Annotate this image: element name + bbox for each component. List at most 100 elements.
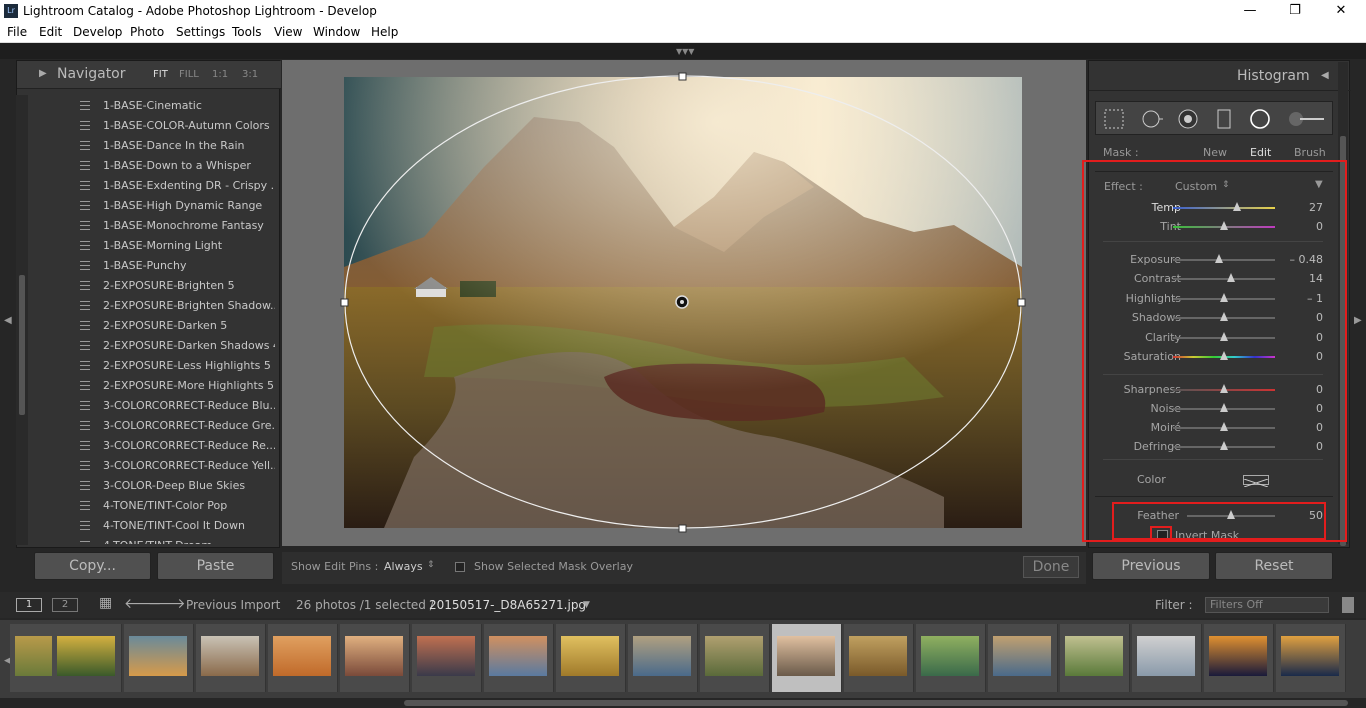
left-scrollbar[interactable] xyxy=(16,95,28,545)
filmstrip-thumbnail[interactable] xyxy=(52,624,122,692)
crop-overlay-icon[interactable] xyxy=(1102,107,1126,131)
right-panel-toggle-icon[interactable]: ▶ xyxy=(1354,315,1362,326)
preset-item[interactable]: 2-EXPOSURE-Brighten 5 xyxy=(35,276,275,296)
preset-item[interactable]: 3-COLOR-Deep Blue Skies xyxy=(35,476,275,496)
top-panel-grip[interactable]: ▼▼▼ xyxy=(0,43,1366,59)
paste-button[interactable]: Paste xyxy=(157,552,274,580)
preset-item[interactable]: 2-EXPOSURE-Darken Shadows 4 xyxy=(35,336,275,356)
filmstrip-thumbnail[interactable] xyxy=(1132,624,1202,692)
mask-brush[interactable]: Brush xyxy=(1294,146,1326,159)
zoom-1-1[interactable]: 1:1 xyxy=(212,69,228,80)
left-scroll-thumb[interactable] xyxy=(19,275,25,415)
menu-edit[interactable]: Edit xyxy=(39,25,62,39)
preset-item[interactable]: 1-BASE-Cinematic xyxy=(35,96,275,116)
copy-button[interactable]: Copy... xyxy=(34,552,151,580)
navigator-header[interactable]: ▶ Navigator FIT FILL 1:1 3:1 xyxy=(17,61,281,89)
preset-item[interactable]: 1-BASE-Monochrome Fantasy xyxy=(35,216,275,236)
previous-button[interactable]: Previous xyxy=(1092,552,1210,580)
zoom-3-1[interactable]: 3:1 xyxy=(242,69,258,80)
menu-settings[interactable]: Settings xyxy=(176,25,225,39)
done-button[interactable]: Done xyxy=(1023,556,1079,578)
menu-window[interactable]: Window xyxy=(313,25,360,39)
thumbnail-image xyxy=(1209,636,1267,676)
filmstrip-thumbnail[interactable] xyxy=(772,624,842,692)
menu-photo[interactable]: Photo xyxy=(130,25,164,39)
radial-filter-icon[interactable] xyxy=(1248,107,1272,131)
lightroom-app-icon: Lr xyxy=(4,4,18,18)
preset-item[interactable]: 3-COLORCORRECT-Reduce Re... xyxy=(35,436,275,456)
preset-item[interactable]: 1-BASE-Dance In the Rain xyxy=(35,136,275,156)
dropdown-arrow-icon[interactable]: ▼ xyxy=(583,600,590,610)
preset-item[interactable]: 1-BASE-COLOR-Autumn Colors xyxy=(35,116,275,136)
zoom-fill[interactable]: FILL xyxy=(179,69,199,80)
spot-removal-icon[interactable] xyxy=(1140,107,1164,131)
red-eye-icon[interactable] xyxy=(1176,107,1200,131)
grid-view-icon[interactable]: ▦ xyxy=(99,595,112,611)
preset-item[interactable]: 1-BASE-Morning Light xyxy=(35,236,275,256)
filter-select[interactable]: Filters Off xyxy=(1205,597,1329,613)
preset-item[interactable]: 2-EXPOSURE-Darken 5 xyxy=(35,316,275,336)
preset-label: 2-EXPOSURE-Darken Shadows 4 xyxy=(103,339,275,352)
radial-filter-overlay[interactable] xyxy=(340,72,1028,534)
preset-item[interactable]: 2-EXPOSURE-Brighten Shadow... xyxy=(35,296,275,316)
preset-item[interactable]: 1-BASE-Punchy xyxy=(35,256,275,276)
reset-button[interactable]: Reset xyxy=(1215,552,1333,580)
filter-lock-icon[interactable] xyxy=(1342,597,1354,613)
adjustment-brush-icon[interactable] xyxy=(1286,107,1326,131)
histogram-header[interactable]: Histogram ◀ xyxy=(1089,61,1351,91)
forward-arrow-icon[interactable]: 🡒 xyxy=(148,595,186,612)
updown-arrows-icon[interactable]: ⇕ xyxy=(427,560,435,570)
filmstrip-thumbnail[interactable] xyxy=(340,624,410,692)
preset-item[interactable]: 4-TONE/TINT-Cool It Down xyxy=(35,516,275,536)
preset-item[interactable]: 1-BASE-High Dynamic Range xyxy=(35,196,275,216)
filmstrip-scroll-thumb[interactable] xyxy=(404,700,1348,706)
preset-item[interactable]: 3-COLORCORRECT-Reduce Yell... xyxy=(35,456,275,476)
zoom-fit[interactable]: FIT xyxy=(153,69,168,80)
collapse-triangle-icon[interactable]: ◀ xyxy=(1321,70,1329,81)
filmstrip-thumbnail[interactable] xyxy=(988,624,1058,692)
source-label[interactable]: Previous Import xyxy=(186,598,280,612)
preset-label: 4-TONE/TINT-Dream... xyxy=(103,539,223,544)
filmstrip-thumbnail[interactable] xyxy=(412,624,482,692)
filename[interactable]: 20150517-_D8A65271.jpg xyxy=(429,598,586,612)
menu-file[interactable]: File xyxy=(7,25,27,39)
preset-item[interactable]: 1-BASE-Exdenting DR - Crispy ... xyxy=(35,176,275,196)
minimize-button[interactable]: — xyxy=(1238,2,1262,20)
filmstrip-thumbnail[interactable] xyxy=(196,624,266,692)
graduated-filter-icon[interactable] xyxy=(1212,107,1236,131)
left-panel-toggle-icon[interactable]: ◀ xyxy=(4,315,12,326)
filmstrip-thumbnail[interactable] xyxy=(268,624,338,692)
preset-item[interactable]: 3-COLORCORRECT-Reduce Blu... xyxy=(35,396,275,416)
filmstrip-thumbnail[interactable] xyxy=(556,624,626,692)
filmstrip-scrollbar[interactable] xyxy=(0,698,1366,708)
show-edit-pins-select[interactable]: Always xyxy=(384,560,423,573)
menu-view[interactable]: View xyxy=(274,25,302,39)
filmstrip-thumbnail[interactable] xyxy=(1204,624,1274,692)
preset-label: 1-BASE-Dance In the Rain xyxy=(103,139,245,152)
filmstrip-thumbnail[interactable] xyxy=(484,624,554,692)
filmstrip-thumbnail[interactable] xyxy=(844,624,914,692)
mask-edit[interactable]: Edit xyxy=(1250,146,1271,159)
preset-item[interactable]: 4-TONE/TINT-Color Pop xyxy=(35,496,275,516)
show-overlay-checkbox[interactable] xyxy=(455,562,465,572)
preset-item[interactable]: 1-BASE-Down to a Whisper xyxy=(35,156,275,176)
filmstrip-thumbnail[interactable] xyxy=(916,624,986,692)
preset-item[interactable]: 4-TONE/TINT-Dream... xyxy=(35,536,275,544)
preset-item[interactable]: 2-EXPOSURE-More Highlights 5 xyxy=(35,376,275,396)
preset-item[interactable]: 3-COLORCORRECT-Reduce Gre... xyxy=(35,416,275,436)
mask-new[interactable]: New xyxy=(1203,146,1227,159)
filmstrip-thumbnail[interactable] xyxy=(628,624,698,692)
menu-develop[interactable]: Develop xyxy=(73,25,122,39)
collapse-triangle-icon[interactable]: ▶ xyxy=(39,68,47,79)
menu-tools[interactable]: Tools xyxy=(232,25,262,39)
filmstrip-thumbnail[interactable] xyxy=(1276,624,1346,692)
close-button[interactable]: ✕ xyxy=(1329,2,1353,20)
view-1-button[interactable]: 1 xyxy=(16,598,42,612)
restore-button[interactable]: ❐ xyxy=(1283,2,1307,20)
filmstrip-thumbnail[interactable] xyxy=(124,624,194,692)
view-2-button[interactable]: 2 xyxy=(52,598,78,612)
filmstrip-thumbnail[interactable] xyxy=(1060,624,1130,692)
preset-item[interactable]: 2-EXPOSURE-Less Highlights 5 xyxy=(35,356,275,376)
filmstrip-thumbnail[interactable] xyxy=(700,624,770,692)
menu-help[interactable]: Help xyxy=(371,25,398,39)
